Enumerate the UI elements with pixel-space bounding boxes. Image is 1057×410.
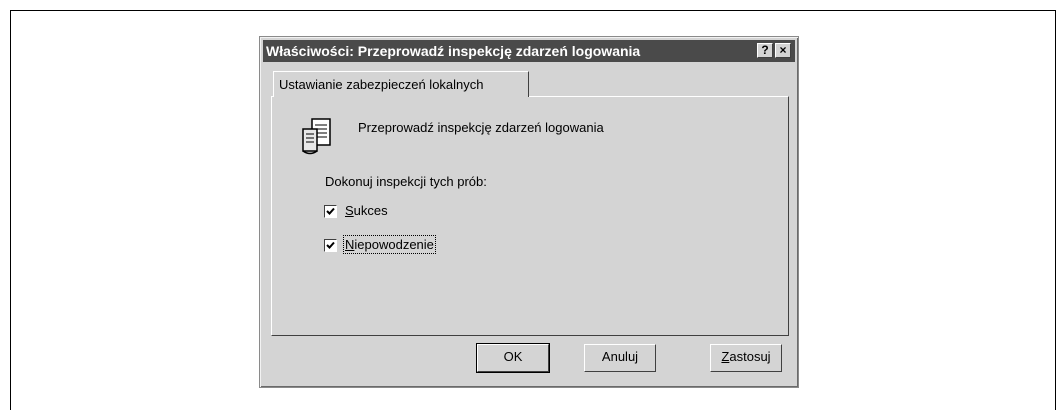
policy-document-icon (302, 118, 331, 155)
title-bar[interactable]: Właściwości: Przeprowadź inspekcję zdarz… (263, 40, 795, 62)
apply-button[interactable]: Zastosuj (710, 344, 782, 372)
properties-dialog: Właściwości: Przeprowadź inspekcję zdarz… (259, 36, 799, 388)
failure-checkbox-label[interactable]: Niepowodzenie (343, 235, 436, 254)
ok-button[interactable]: OK (476, 343, 550, 373)
close-button[interactable]: × (775, 43, 791, 58)
checkmark-icon (326, 207, 335, 215)
checkmark-icon (326, 241, 335, 249)
tab-label: Ustawianie zabezpieczeń lokalnych (279, 77, 484, 92)
cancel-button[interactable]: Anuluj (584, 344, 656, 372)
window-title: Właściwości: Przeprowadź inspekcję zdarz… (266, 43, 641, 59)
failure-checkbox[interactable] (324, 239, 337, 252)
tab-panel: Przeprowadź inspekcję zdarzeń logowania … (271, 96, 789, 336)
tab-local-security-setting[interactable]: Ustawianie zabezpieczeń lokalnych (273, 71, 529, 97)
help-button[interactable]: ? (757, 43, 773, 58)
policy-title: Przeprowadź inspekcję zdarzeń logowania (358, 120, 604, 135)
audit-attempts-label: Dokonuj inspekcji tych prób: (325, 174, 487, 189)
success-checkbox-label[interactable]: Sukces (345, 203, 388, 218)
success-checkbox[interactable] (324, 205, 337, 218)
